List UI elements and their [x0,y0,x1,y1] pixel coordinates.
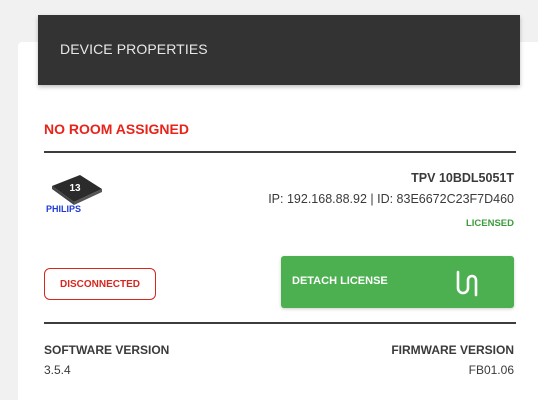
divider [44,151,516,153]
divider [44,322,516,324]
card-header: DEVICE PROPERTIES [38,15,520,85]
firmware-version-label: FIRMWARE VERSION [391,343,514,357]
detach-license-icon [456,270,478,297]
room-assignment-status: NO ROOM ASSIGNED [44,121,189,137]
display-icon: 13 PHILIPS [46,175,102,214]
detach-license-label: DETACH LICENSE [292,275,388,287]
device-ip-id: IP: 192.168.88.92 | ID: 83E6672C23F7D460 [268,192,514,206]
software-version-value: 3.5.4 [44,363,71,377]
detach-license-button[interactable]: DETACH LICENSE [281,256,514,308]
firmware-version-value: FB01.06 [468,363,514,377]
device-brand-logo: 13 PHILIPS [44,172,114,214]
device-model: TPV 10BDL5051T [411,171,514,185]
logo-brand: PHILIPS [46,204,81,214]
license-status: LICENSED [465,218,514,229]
logo-number: 13 [69,183,81,194]
connection-status-badge: DISCONNECTED [44,268,156,300]
connection-status-label: DISCONNECTED [59,278,140,290]
software-version-label: SOFTWARE VERSION [44,343,170,357]
card-header-title: DEVICE PROPERTIES [60,41,208,57]
